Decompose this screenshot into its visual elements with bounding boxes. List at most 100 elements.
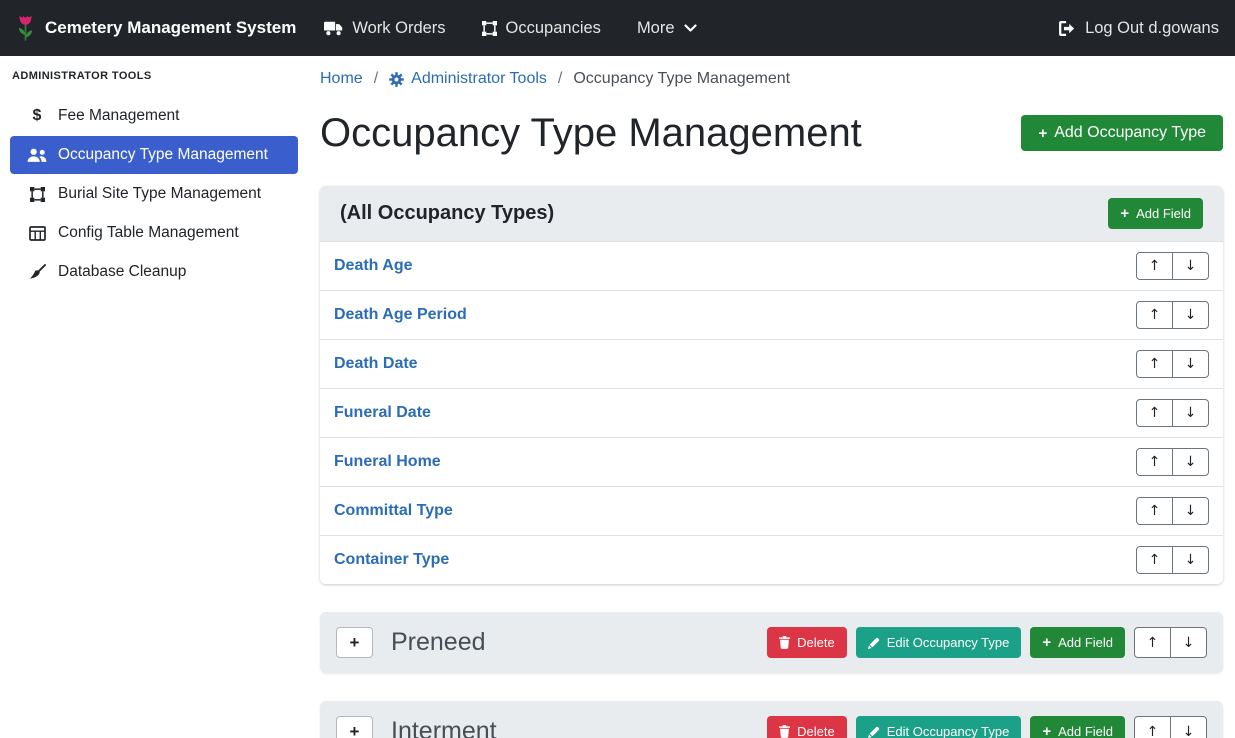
section-expand-label: + [350,633,360,653]
breadcrumb-separator: / [558,70,562,88]
add-field-button[interactable]: + Add Field [1108,198,1203,229]
arrow-down-icon: ↓ [1183,725,1195,738]
field-link[interactable]: Death Date [334,351,418,377]
move-down-button[interactable]: ↓ [1172,350,1209,378]
arrow-up-icon: ↑ [1149,406,1161,420]
move-down-button[interactable]: ↓ [1172,399,1209,427]
logout-button[interactable]: Log Out d.gowans [1059,19,1219,38]
plus-icon: + [1038,126,1047,141]
sidebar-item-fee-management[interactable]: $ Fee Management [10,97,298,135]
users-icon [26,148,48,163]
move-down-button[interactable]: ↓ [1172,497,1209,525]
field-row: Funeral Home ↑ ↓ [320,437,1223,486]
move-down-button[interactable]: ↓ [1172,301,1209,329]
field-link[interactable]: Committal Type [334,498,453,524]
move-up-button[interactable]: ↑ [1134,627,1171,658]
nav-item-work-orders[interactable]: Work Orders [324,19,445,38]
edit-button-label: Edit Occupancy Type [887,724,1010,738]
breadcrumb-home-link[interactable]: Home [320,70,363,88]
sidebar-heading: Administrator Tools [0,56,308,96]
broom-icon [26,264,48,280]
field-list: Death Age ↑ ↓ Death Age Period ↑ ↓ Death… [320,241,1223,584]
occupancy-type-section: + Interment Delete Edit Occupancy Type +… [320,701,1223,738]
move-up-button[interactable]: ↑ [1134,716,1171,738]
add-field-button-label: Add Field [1058,724,1113,738]
move-down-button[interactable]: ↓ [1172,252,1209,280]
field-row: Committal Type ↑ ↓ [320,486,1223,535]
reorder-buttons: ↑ ↓ [1136,399,1209,427]
plus-icon: + [1042,724,1051,738]
field-link[interactable]: Container Type [334,547,449,573]
section-title: Interment [391,717,497,738]
move-down-button[interactable]: ↓ [1170,716,1207,738]
logout-icon [1059,21,1076,36]
nav-item-more[interactable]: More [637,19,697,38]
move-down-button[interactable]: ↓ [1170,627,1207,658]
delete-button-label: Delete [797,635,835,650]
reorder-buttons: ↑ ↓ [1136,546,1209,574]
edit-occupancy-type-button[interactable]: Edit Occupancy Type [856,627,1022,658]
field-row: Death Date ↑ ↓ [320,339,1223,388]
add-field-button[interactable]: + Add Field [1030,627,1125,658]
add-field-button[interactable]: + Add Field [1030,716,1125,738]
field-link[interactable]: Death Age [334,253,413,279]
section-actions: Delete Edit Occupancy Type + Add Field ↑… [767,627,1207,658]
arrow-up-icon: ↑ [1149,553,1161,567]
field-row: Funeral Date ↑ ↓ [320,388,1223,437]
arrow-up-icon: ↑ [1149,357,1161,371]
nav-item-label: Work Orders [352,19,445,38]
reorder-buttons: ↑ ↓ [1136,448,1209,476]
field-link[interactable]: Funeral Home [334,449,441,475]
sidebar-item-occupancy-type-management[interactable]: Occupancy Type Management [10,136,298,174]
move-down-button[interactable]: ↓ [1172,546,1209,574]
arrow-down-icon: ↓ [1185,308,1197,322]
edit-occupancy-type-button[interactable]: Edit Occupancy Type [856,716,1022,738]
flower-logo-icon [16,14,35,42]
navbar-menu: Work Orders Occupancies More [324,19,696,38]
arrow-down-icon: ↓ [1185,504,1197,518]
plus-icon: + [1042,635,1051,650]
add-field-button-label: Add Field [1058,635,1113,650]
sidebar-item-label: Burial Site Type Management [58,185,261,203]
sidebar-item-config-table-management[interactable]: Config Table Management [10,214,298,252]
arrow-up-icon: ↑ [1147,636,1159,650]
arrow-down-icon: ↓ [1185,455,1197,469]
field-row: Container Type ↑ ↓ [320,535,1223,584]
move-down-button[interactable]: ↓ [1172,448,1209,476]
sidebar-item-burial-site-type-management[interactable]: Burial Site Type Management [10,175,298,213]
nav-item-label: More [637,19,675,38]
delete-button[interactable]: Delete [767,627,847,658]
expand-section-button[interactable]: + [336,716,373,738]
move-up-button[interactable]: ↑ [1136,399,1173,427]
app-brand[interactable]: Cemetery Management System [16,14,296,42]
move-up-button[interactable]: ↑ [1136,448,1173,476]
breadcrumb-separator: / [374,70,378,88]
reorder-buttons: ↑ ↓ [1134,716,1207,738]
arrow-up-icon: ↑ [1149,259,1161,273]
breadcrumb-administrator-tools-link[interactable]: Administrator Tools [389,70,547,88]
field-link[interactable]: Funeral Date [334,400,431,426]
arrow-down-icon: ↓ [1185,406,1197,420]
arrow-up-icon: ↑ [1149,504,1161,518]
move-up-button[interactable]: ↑ [1136,497,1173,525]
nav-item-occupancies[interactable]: Occupancies [482,19,601,38]
arrow-down-icon: ↓ [1185,259,1197,273]
field-row: Death Age Period ↑ ↓ [320,290,1223,339]
move-up-button[interactable]: ↑ [1136,301,1173,329]
expand-section-button[interactable]: + [336,627,373,658]
add-occupancy-type-button[interactable]: + Add Occupancy Type [1021,115,1223,151]
move-up-button[interactable]: ↑ [1136,546,1173,574]
sidebar-item-label: Occupancy Type Management [58,146,268,164]
arrow-up-icon: ↑ [1149,308,1161,322]
delete-button[interactable]: Delete [767,716,847,738]
sidebar-item-label: Config Table Management [58,224,239,242]
sidebar-item-database-cleanup[interactable]: Database Cleanup [10,253,298,291]
sidebar-item-label: Fee Management [58,107,180,125]
reorder-buttons: ↑ ↓ [1136,350,1209,378]
move-up-button[interactable]: ↑ [1136,350,1173,378]
top-navbar: Cemetery Management System Work Orders O… [0,0,1235,56]
type-sections: + Preneed Delete Edit Occupancy Type + A… [320,612,1223,738]
move-up-button[interactable]: ↑ [1136,252,1173,280]
breadcrumb-current: Occupancy Type Management [573,70,790,88]
field-link[interactable]: Death Age Period [334,302,467,328]
